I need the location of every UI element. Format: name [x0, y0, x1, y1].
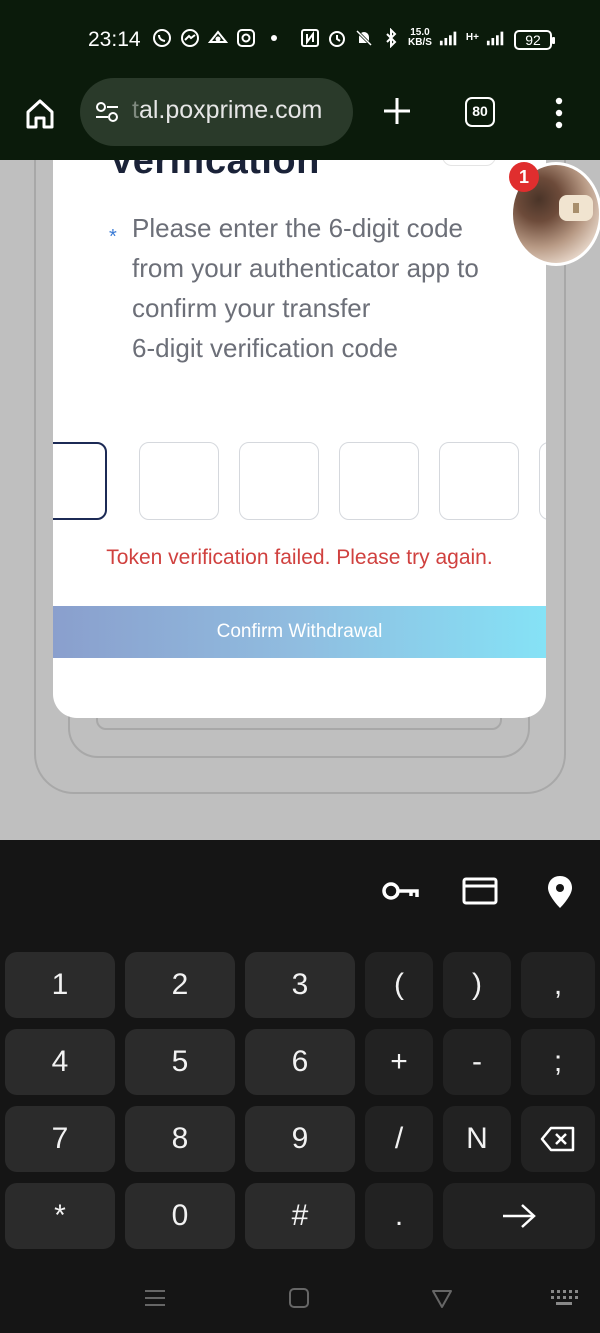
nfc-icon — [300, 28, 320, 48]
verification-modal: Verification * Please enter the 6-digit … — [53, 160, 546, 718]
key-slash[interactable]: / — [365, 1106, 433, 1172]
system-icons: 15.0 KB/S H+ — [300, 28, 506, 48]
menu-icon[interactable] — [143, 1286, 167, 1310]
key-open-paren[interactable]: ( — [365, 952, 433, 1018]
whatsapp-icon — [152, 28, 172, 48]
url-text: tal.poxprime.com — [132, 96, 322, 125]
location-pin-icon[interactable] — [542, 874, 582, 908]
modal-title: Verification — [109, 160, 320, 182]
home-icon — [26, 99, 54, 129]
dot-icon — [264, 28, 284, 48]
signal-icon — [486, 28, 506, 48]
otp-digit-5[interactable] — [439, 442, 519, 520]
keyboard-toolbar — [0, 840, 600, 940]
new-tab-button[interactable] — [380, 94, 414, 128]
status-bar: 23:14 15.0 KB/S H+ 92 — [0, 0, 600, 80]
site-settings-icon[interactable] — [94, 100, 120, 124]
key-period[interactable]: . — [365, 1183, 433, 1249]
address-bar[interactable]: tal.poxprime.com — [80, 78, 353, 146]
system-nav-bar — [0, 1262, 600, 1333]
kebab-menu-icon — [555, 97, 563, 129]
instructions: Please enter the 6-digit code from your … — [132, 208, 512, 368]
key-n[interactable]: N — [443, 1106, 511, 1172]
status-time: 23:14 — [88, 28, 141, 51]
signal-icon — [439, 28, 459, 48]
otp-digit-3[interactable] — [239, 442, 319, 520]
url-faded-part: t — [132, 96, 139, 124]
key-1[interactable]: 1 — [5, 952, 115, 1018]
otp-digit-6[interactable] — [539, 442, 546, 520]
confirm-withdrawal-button[interactable]: Confirm Withdrawal — [53, 606, 546, 658]
web-page: Verification * Please enter the 6-digit … — [0, 160, 600, 840]
more-menu-button[interactable] — [552, 96, 566, 130]
code-label: 6-digit verification code — [132, 333, 398, 363]
plus-icon — [384, 98, 410, 124]
key-icon[interactable] — [380, 874, 420, 908]
eye-icon — [208, 28, 228, 48]
enter-key[interactable] — [443, 1183, 595, 1249]
backspace-key[interactable] — [521, 1106, 595, 1172]
messenger-icon — [180, 28, 200, 48]
mute-icon — [354, 28, 374, 48]
net-speed: 15.0 KB/S — [408, 28, 432, 48]
key-9[interactable]: 9 — [245, 1106, 355, 1172]
keyboard-icon[interactable] — [549, 1286, 579, 1310]
backspace-icon — [540, 1126, 575, 1152]
key-hash[interactable]: # — [245, 1183, 355, 1249]
numeric-keyboard: 1 2 3 ( ) , 4 5 6 + - ; 7 8 9 / N * 0 # … — [0, 840, 600, 1333]
key-3[interactable]: 3 — [245, 952, 355, 1018]
alarm-icon — [327, 28, 347, 48]
url-domain: al.poxprime.com — [138, 96, 323, 124]
browser-toolbar: tal.poxprime.com 80 — [0, 78, 600, 160]
otp-input-group — [53, 442, 546, 520]
key-2[interactable]: 2 — [125, 952, 235, 1018]
otp-digit-4[interactable] — [339, 442, 419, 520]
key-8[interactable]: 8 — [125, 1106, 235, 1172]
key-6[interactable]: 6 — [245, 1029, 355, 1095]
otp-digit-2[interactable] — [139, 442, 219, 520]
instagram-icon — [236, 28, 256, 48]
key-semicolon[interactable]: ; — [521, 1029, 595, 1095]
network-type: H+ — [465, 32, 479, 43]
notification-badge: 1 — [509, 162, 539, 192]
home-square-icon[interactable] — [287, 1286, 311, 1310]
otp-digit-1[interactable] — [53, 442, 107, 520]
key-comma[interactable]: , — [521, 952, 595, 1018]
key-plus[interactable]: + — [365, 1029, 433, 1095]
required-mark: * — [109, 226, 117, 248]
back-triangle-icon[interactable] — [430, 1286, 454, 1310]
key-4[interactable]: 4 — [5, 1029, 115, 1095]
bluetooth-icon — [381, 28, 401, 48]
arrow-right-icon — [503, 1204, 536, 1228]
key-0[interactable]: 0 — [125, 1183, 235, 1249]
close-button[interactable] — [442, 160, 496, 166]
notification-icons — [152, 28, 284, 48]
instruction-text: Please enter the 6-digit code from your … — [132, 213, 479, 323]
hair-bow-image — [559, 195, 593, 221]
key-asterisk[interactable]: * — [5, 1183, 115, 1249]
battery-indicator: 92 — [514, 30, 555, 50]
home-button[interactable] — [20, 94, 60, 134]
net-speed-unit: KB/S — [408, 37, 432, 48]
tab-switcher-button[interactable]: 80 — [465, 97, 495, 127]
key-5[interactable]: 5 — [125, 1029, 235, 1095]
card-icon[interactable] — [461, 874, 501, 908]
key-minus[interactable]: - — [443, 1029, 511, 1095]
key-7[interactable]: 7 — [5, 1106, 115, 1172]
error-message: Token verification failed. Please try ag… — [106, 546, 493, 569]
key-close-paren[interactable]: ) — [443, 952, 511, 1018]
